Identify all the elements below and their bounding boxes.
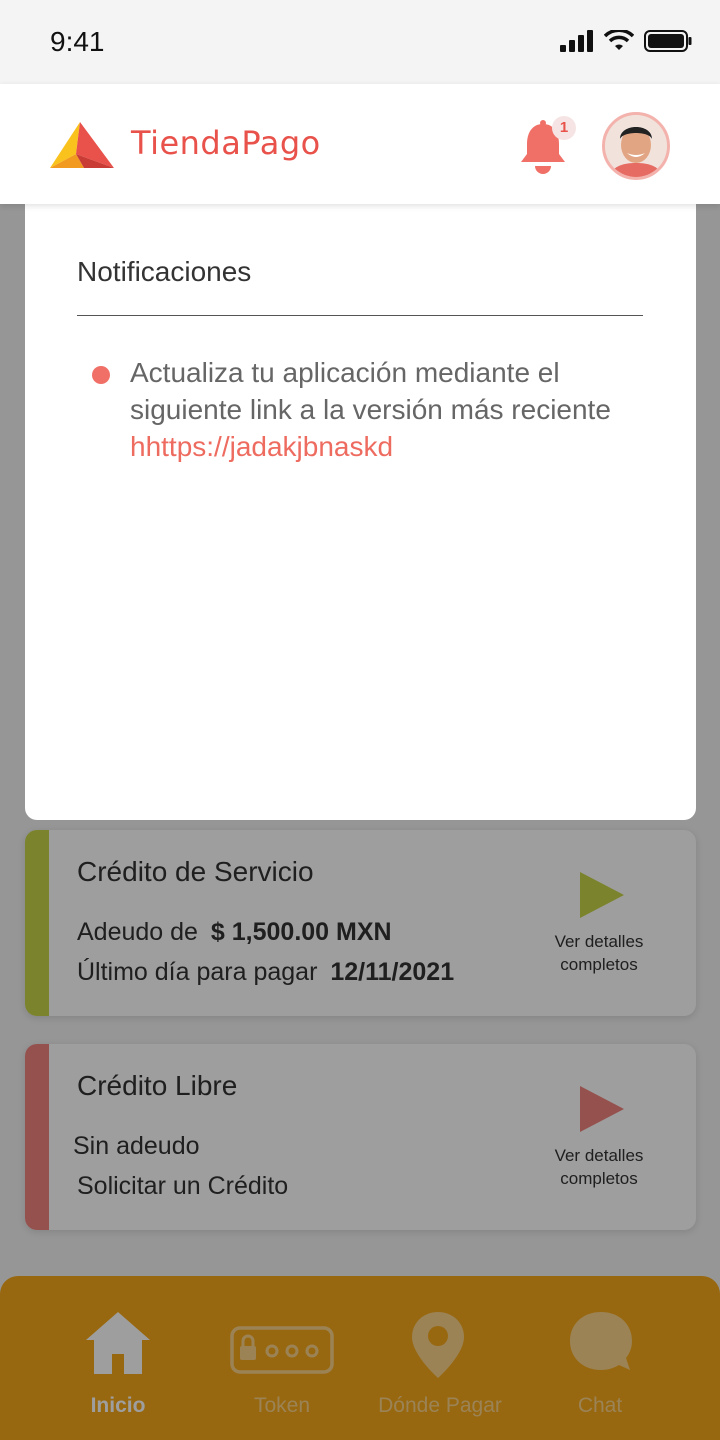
wifi-icon — [604, 30, 634, 50]
notification-link[interactable]: hhttps://jadakjbnaskd — [130, 431, 393, 462]
unread-dot — [92, 366, 110, 384]
battery-icon — [644, 30, 692, 52]
notifications-title: Notificaciones — [77, 256, 252, 287]
notifications-divider — [77, 315, 643, 316]
notification-count-badge: 1 — [552, 116, 576, 140]
user-avatar-icon — [605, 115, 667, 177]
status-icons — [560, 30, 692, 52]
status-time: 9:41 — [50, 26, 105, 57]
avatar[interactable] — [602, 112, 670, 180]
signal-icon — [560, 30, 593, 52]
status-bar: 9:41 — [0, 0, 720, 84]
app-header: TiendaPago 1 — [0, 84, 720, 204]
notifications-button[interactable]: 1 — [518, 116, 576, 178]
notifications-panel: Notificaciones Actualiza tu aplicación m… — [25, 186, 696, 820]
tiendapago-logo-icon — [50, 122, 114, 168]
notification-message: Actualiza tu aplicación mediante el sigu… — [130, 357, 611, 425]
notification-item: Actualiza tu aplicación mediante el sigu… — [130, 354, 630, 465]
app-name: TiendaPago — [131, 124, 321, 162]
